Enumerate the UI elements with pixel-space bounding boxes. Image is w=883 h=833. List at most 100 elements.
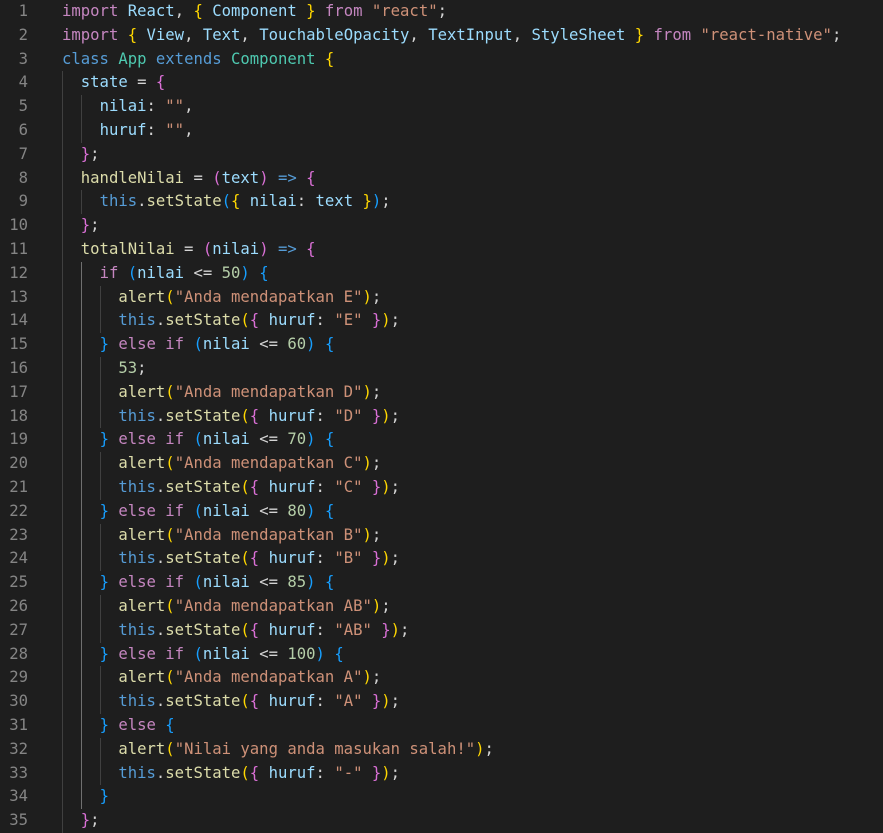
code-token: { xyxy=(249,763,260,782)
code-line[interactable]: 18 this.setState({ huruf: "D" }); xyxy=(0,405,883,429)
code-line[interactable]: 30 this.setState({ huruf: "A" }); xyxy=(0,690,883,714)
code-line[interactable]: 25 } else if (nilai <= 85) { xyxy=(0,571,883,595)
code-token: = xyxy=(127,73,156,92)
code-token: . xyxy=(155,549,166,568)
code-line[interactable]: 34 } xyxy=(0,785,883,809)
code-line[interactable]: 19 } else if (nilai <= 70) { xyxy=(0,428,883,452)
code-line[interactable]: 33 this.setState({ huruf: "-" }); xyxy=(0,762,883,786)
code-line[interactable]: 10 }; xyxy=(0,214,883,238)
code-line[interactable]: 26 alert("Anda mendapatkan AB"); xyxy=(0,595,883,619)
code-token: } xyxy=(99,644,109,663)
code-token: nilai xyxy=(202,335,250,354)
code-token: ) xyxy=(259,168,269,187)
code-line[interactable]: 23 alert("Anda mendapatkan B"); xyxy=(0,524,883,548)
code-token: ; xyxy=(90,216,100,235)
line-code: }; xyxy=(62,214,100,238)
code-token: "Anda mendapatkan D" xyxy=(174,382,363,401)
code-line[interactable]: 29 alert("Anda mendapatkan A"); xyxy=(0,666,883,690)
code-token: ( xyxy=(193,335,203,354)
code-line[interactable]: 32 alert("Nilai yang anda masukan salah!… xyxy=(0,738,883,762)
code-token: ( xyxy=(193,573,203,592)
code-line[interactable]: 4 state = { xyxy=(0,71,883,95)
code-line[interactable]: 14 this.setState({ huruf: "E" }); xyxy=(0,309,883,333)
code-line[interactable]: 20 alert("Anda mendapatkan C"); xyxy=(0,452,883,476)
line-number: 8 xyxy=(18,168,28,187)
line-code: }; xyxy=(62,143,100,167)
code-token: ) xyxy=(371,597,382,615)
code-token: "Anda mendapatkan B" xyxy=(174,525,363,544)
code-token: setState xyxy=(165,311,241,330)
code-line[interactable]: 21 this.setState({ huruf: "C" }); xyxy=(0,476,883,500)
code-token: View xyxy=(146,25,185,44)
code-line[interactable]: 15 } else if (nilai <= 60) { xyxy=(0,333,883,357)
code-token: } xyxy=(371,478,382,496)
code-token: : xyxy=(296,192,316,211)
code-line[interactable]: 28 } else if (nilai <= 100) { xyxy=(0,643,883,667)
code-line[interactable]: 27 this.setState({ huruf: "AB" }); xyxy=(0,619,883,643)
code-token: else xyxy=(118,573,156,592)
code-token: 53 xyxy=(118,359,138,377)
code-token: ( xyxy=(193,644,203,663)
line-code: } else if (nilai <= 60) { xyxy=(62,333,335,357)
code-token: : xyxy=(315,311,335,330)
code-line[interactable]: 17 alert("Anda mendapatkan D"); xyxy=(0,381,883,405)
code-token: ( xyxy=(127,263,138,282)
code-line[interactable]: 35 }; xyxy=(0,809,883,833)
code-line[interactable]: 1 import React, { Component } from "react… xyxy=(0,0,883,24)
code-token: ; xyxy=(390,406,401,425)
code-line[interactable]: 13 alert("Anda mendapatkan E"); xyxy=(0,286,883,310)
line-code: class App extends Component { xyxy=(62,48,334,72)
code-line[interactable]: 6 huruf: "", xyxy=(0,119,883,143)
line-number: 25 xyxy=(9,573,28,592)
code-line[interactable]: 12 if (nilai <= 50) { xyxy=(0,262,883,286)
code-line[interactable]: 2 import { View, Text, TouchableOpacity, … xyxy=(0,24,883,48)
code-token: { xyxy=(324,335,335,354)
code-token: ( xyxy=(240,549,250,568)
code-token: ; xyxy=(381,192,391,211)
code-line[interactable]: 22 } else if (nilai <= 80) { xyxy=(0,500,883,524)
code-line[interactable]: 5 nilai: "", xyxy=(0,95,883,119)
code-token: totalNilai xyxy=(80,240,175,258)
code-line[interactable]: 24 this.setState({ huruf: "B" }); xyxy=(0,547,883,571)
code-line[interactable]: 8 handleNilai = (text) => { xyxy=(0,167,883,191)
line-number: 12 xyxy=(9,263,28,282)
code-line[interactable]: 31 } else { xyxy=(0,714,883,738)
code-token: ( xyxy=(240,692,250,711)
code-token: setState xyxy=(165,763,241,782)
code-token: else xyxy=(118,716,156,734)
code-token: ) xyxy=(381,478,391,496)
code-line[interactable]: 16 53; xyxy=(0,357,883,381)
code-line[interactable]: 9 this.setState({ nilai: text }); xyxy=(0,190,883,214)
code-token: TouchableOpacity xyxy=(259,25,410,44)
line-number: 13 xyxy=(9,287,28,306)
code-line[interactable]: 11 totalNilai = (nilai) => { xyxy=(0,238,883,262)
code-token: "" xyxy=(165,121,185,139)
code-token: this xyxy=(118,763,156,782)
line-number: 14 xyxy=(9,311,28,330)
code-token: ) xyxy=(390,620,401,639)
line-code: alert("Anda mendapatkan B"); xyxy=(62,524,381,548)
code-editor[interactable]: 1 import React, { Component } from "react… xyxy=(0,0,883,833)
line-number: 20 xyxy=(9,454,28,473)
code-token: nilai xyxy=(249,192,297,211)
code-token: "Anda mendapatkan A" xyxy=(174,668,363,687)
code-token: ( xyxy=(165,287,175,306)
code-line[interactable]: 3 class App extends Component { xyxy=(0,48,883,72)
line-code: import React, { Component } from "react"… xyxy=(62,0,447,24)
code-line[interactable]: 7 }; xyxy=(0,143,883,167)
code-token: { xyxy=(334,644,344,663)
code-token: nilai xyxy=(212,240,260,258)
line-code: state = { xyxy=(62,71,166,95)
